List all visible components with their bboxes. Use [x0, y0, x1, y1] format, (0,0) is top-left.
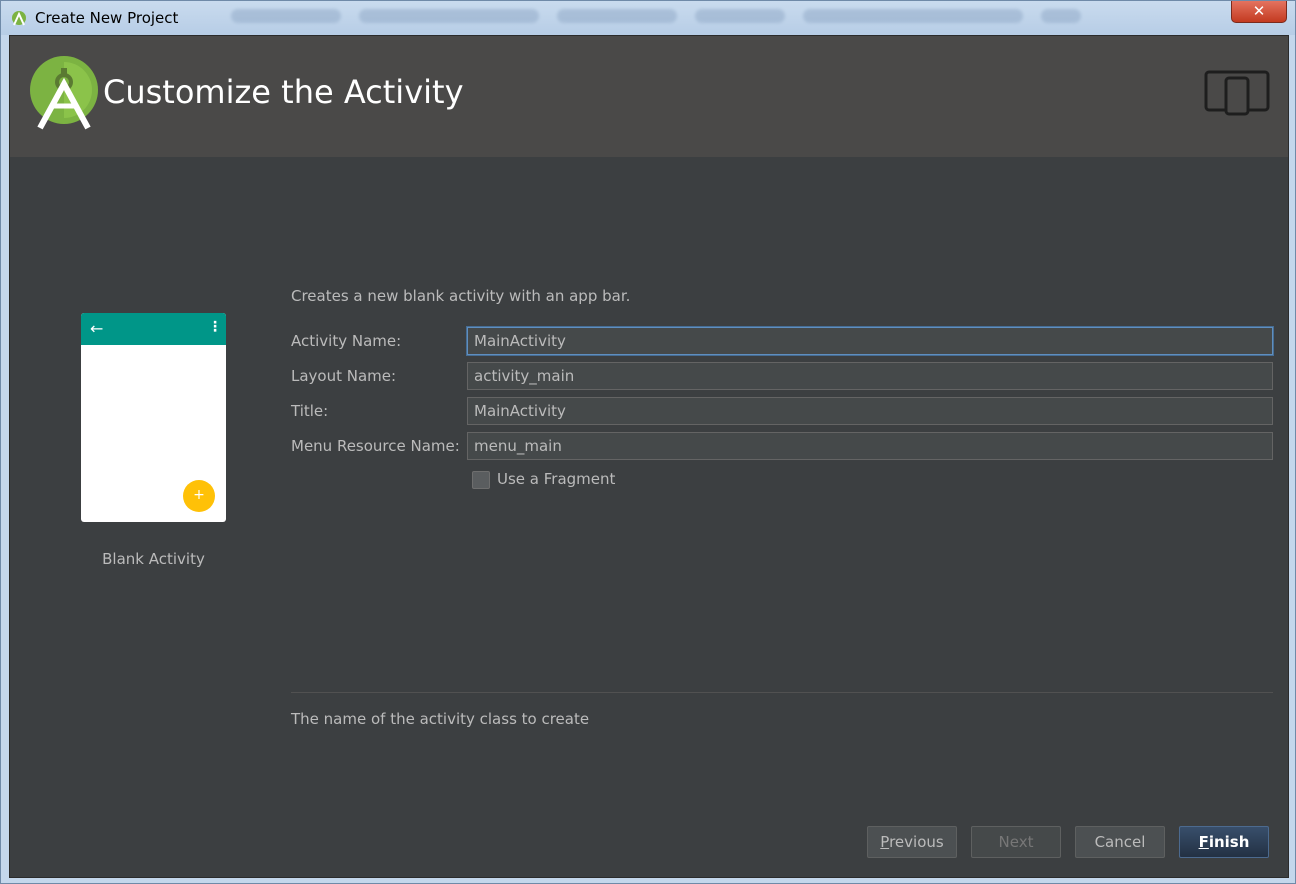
title-input[interactable]: MainActivity: [467, 397, 1273, 425]
previous-mnemonic: P: [880, 833, 890, 851]
title-bar[interactable]: Create New Project ✕: [1, 1, 1295, 35]
cancel-button[interactable]: Cancel: [1075, 826, 1165, 858]
finish-mnemonic: F: [1198, 833, 1209, 851]
overflow-menu-icon: ⋮: [208, 319, 222, 335]
layout-name-label: Layout Name:: [291, 367, 397, 385]
previous-label: revious: [889, 833, 944, 851]
divider: [291, 692, 1273, 693]
wizard-header: Customize the Activity: [10, 36, 1288, 157]
preview-app-bar: ← ⋮: [81, 313, 226, 345]
title-label: Title:: [291, 402, 329, 420]
next-button[interactable]: Next: [971, 826, 1061, 858]
back-arrow-icon: ←: [90, 319, 104, 338]
field-help-text: The name of the activity class to create: [291, 710, 590, 728]
menu-resource-name-label: Menu Resource Name:: [291, 437, 460, 455]
tablet-phone-icon: [1204, 70, 1270, 116]
finish-label: inish: [1208, 833, 1250, 851]
close-button[interactable]: ✕: [1231, 1, 1287, 23]
activity-name-input[interactable]: MainActivity: [467, 327, 1273, 355]
finish-button[interactable]: Finish: [1179, 826, 1269, 858]
layout-name-input[interactable]: activity_main: [467, 362, 1273, 390]
fab-icon: +: [183, 480, 215, 512]
activity-preview: ← ⋮ +: [81, 313, 226, 522]
android-studio-icon: [12, 11, 26, 26]
android-studio-logo-icon: [30, 56, 98, 130]
menu-resource-name-input[interactable]: menu_main: [467, 432, 1273, 460]
activity-name-label: Activity Name:: [291, 332, 402, 350]
template-name: Blank Activity: [102, 550, 205, 568]
use-fragment-checkbox[interactable]: [472, 471, 490, 489]
previous-button[interactable]: Previous: [867, 826, 957, 858]
template-description: Creates a new blank activity with an app…: [291, 287, 631, 305]
background-editor-tabs: [231, 5, 1151, 27]
page-title: Customize the Activity: [103, 73, 464, 111]
window-title: Create New Project: [35, 9, 179, 27]
use-fragment-label[interactable]: Use a Fragment: [497, 470, 615, 488]
dialog-window: Create New Project ✕ Customize the Activ…: [0, 0, 1296, 884]
dialog-content: Customize the Activity ← ⋮ + Blank Activ…: [9, 35, 1289, 878]
